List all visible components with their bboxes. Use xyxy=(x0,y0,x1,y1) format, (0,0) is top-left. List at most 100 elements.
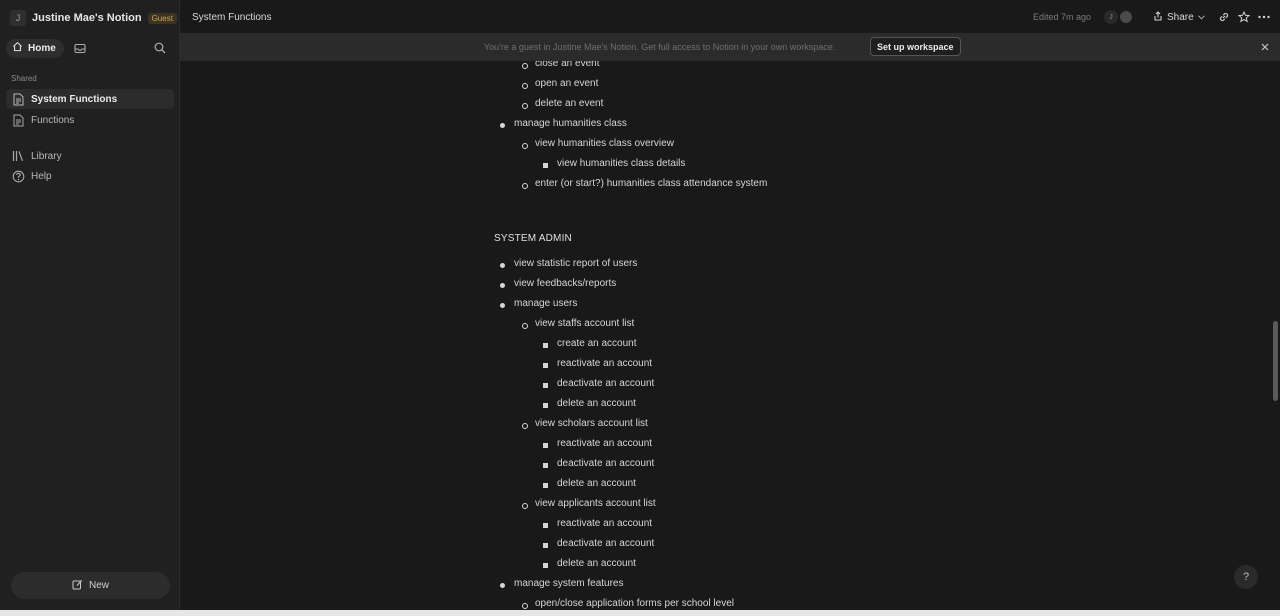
bullet-square xyxy=(543,163,548,168)
inbox-icon[interactable] xyxy=(72,40,88,56)
share-label: Share xyxy=(1167,11,1194,23)
collaborator-avatars[interactable]: J xyxy=(1104,9,1144,25)
scrollbar-thumb[interactable] xyxy=(1273,321,1278,401)
bullet-square xyxy=(543,443,548,448)
avatar: J xyxy=(1104,10,1118,24)
bullet-circle xyxy=(522,83,528,89)
bottom-strip xyxy=(0,610,1280,616)
sidebar: J Justine Mae's Notion Guest Home Shared… xyxy=(0,0,180,616)
list-item[interactable]: manage system features xyxy=(514,578,624,590)
sidebar-item-label: System Functions xyxy=(31,93,118,105)
section-heading[interactable]: SYSTEM ADMIN xyxy=(494,233,572,244)
close-icon[interactable] xyxy=(1258,40,1272,54)
workspace-avatar: J xyxy=(10,10,26,26)
bullet-circle xyxy=(522,503,528,509)
bullet-circle xyxy=(522,143,528,149)
star-icon[interactable] xyxy=(1236,9,1252,25)
help-button[interactable]: ? xyxy=(1234,565,1258,589)
list-item[interactable]: manage users xyxy=(514,298,577,310)
bullet-disc xyxy=(500,263,505,268)
list-item[interactable]: view feedbacks/reports xyxy=(514,278,616,290)
list-item[interactable]: delete an account xyxy=(557,398,636,410)
share-button[interactable]: Share xyxy=(1153,9,1205,25)
home-row: Home xyxy=(6,38,174,58)
list-item[interactable]: open/close application forms per school … xyxy=(535,598,734,610)
list-item[interactable]: delete an account xyxy=(557,558,636,570)
list-item[interactable]: reactivate an account xyxy=(557,438,652,450)
bullet-circle xyxy=(522,423,528,429)
guest-badge: Guest xyxy=(147,12,177,24)
new-page-button[interactable]: New xyxy=(11,572,170,599)
sidebar-item-help[interactable]: Help xyxy=(6,166,174,186)
bullet-circle xyxy=(522,603,528,609)
list-item[interactable]: open an event xyxy=(535,78,598,90)
bullet-square xyxy=(543,343,548,348)
page-icon xyxy=(12,93,25,106)
library-label: Library xyxy=(31,150,62,162)
workspace-switcher[interactable]: J Justine Mae's Notion Guest xyxy=(10,9,177,27)
bullet-disc xyxy=(500,123,505,128)
list-item[interactable]: create an account xyxy=(557,338,637,350)
topbar: System Functions Edited 7m ago J Share xyxy=(180,0,1280,33)
home-button[interactable]: Home xyxy=(6,38,64,58)
bullet-square xyxy=(543,403,548,408)
list-item[interactable]: view staffs account list xyxy=(535,318,634,330)
chevron-down-icon xyxy=(1197,12,1205,23)
bullet-circle xyxy=(522,183,528,189)
list-item[interactable]: close an event xyxy=(535,61,600,70)
list-item[interactable]: reactivate an account xyxy=(557,358,652,370)
list-item[interactable]: manage humanities class xyxy=(514,118,627,130)
page-content: close an event open an event delete an eve… xyxy=(180,61,1270,616)
share-icon xyxy=(1153,10,1163,24)
list-item[interactable]: view applicants account list xyxy=(535,498,656,510)
list-item[interactable]: delete an event xyxy=(535,98,603,110)
list-item[interactable]: enter (or start?) humanities class atten… xyxy=(535,178,767,190)
help-label: Help xyxy=(31,170,52,182)
breadcrumb-page-title[interactable]: System Functions xyxy=(192,12,271,23)
list-item[interactable]: deactivate an account xyxy=(557,458,654,470)
list-item[interactable]: reactivate an account xyxy=(557,518,652,530)
new-label: New xyxy=(88,580,109,591)
search-icon[interactable] xyxy=(152,40,168,56)
home-icon xyxy=(12,39,23,57)
shared-section-label: Shared xyxy=(11,74,37,83)
bullet-square xyxy=(543,523,548,528)
guest-banner-text: You're a guest in Justine Mae's Notion. … xyxy=(484,42,836,52)
page-icon xyxy=(12,114,25,127)
bullet-circle xyxy=(522,103,528,109)
home-label: Home xyxy=(28,42,56,54)
bullet-circle xyxy=(522,63,528,69)
sidebar-item-system-functions[interactable]: System Functions xyxy=(6,89,174,109)
bullet-square xyxy=(543,463,548,468)
list-item[interactable]: deactivate an account xyxy=(557,378,654,390)
more-options-icon[interactable] xyxy=(1256,9,1272,25)
bullet-disc xyxy=(500,283,505,288)
list-item[interactable]: view humanities class overview xyxy=(535,138,674,150)
list-item[interactable]: view humanities class details xyxy=(557,158,685,170)
edited-timestamp: Edited 7m ago xyxy=(1033,12,1092,22)
list-item[interactable]: view statistic report of users xyxy=(514,258,637,270)
bullet-disc xyxy=(500,303,505,308)
setup-workspace-button[interactable]: Set up workspace xyxy=(870,37,961,56)
bullet-square xyxy=(543,543,548,548)
bullet-disc xyxy=(500,583,505,588)
avatar xyxy=(1118,9,1134,25)
edit-icon xyxy=(72,577,83,595)
bullet-square xyxy=(543,383,548,388)
bullet-square xyxy=(543,483,548,488)
bullet-square xyxy=(543,563,548,568)
sidebar-item-functions[interactable]: Functions xyxy=(6,110,174,130)
list-item[interactable]: view scholars account list xyxy=(535,418,648,430)
guest-banner: You're a guest in Justine Mae's Notion. … xyxy=(180,33,1280,61)
workspace-name: Justine Mae's Notion xyxy=(32,12,142,24)
sidebar-item-library[interactable]: Library xyxy=(6,146,174,166)
library-icon xyxy=(12,150,25,163)
sidebar-item-label: Functions xyxy=(31,114,75,126)
link-icon[interactable] xyxy=(1216,9,1232,25)
help-icon xyxy=(12,170,25,183)
bullet-circle xyxy=(522,323,528,329)
list-item[interactable]: deactivate an account xyxy=(557,538,654,550)
list-item[interactable]: delete an account xyxy=(557,478,636,490)
scrollbar[interactable] xyxy=(1270,61,1280,610)
bullet-square xyxy=(543,363,548,368)
